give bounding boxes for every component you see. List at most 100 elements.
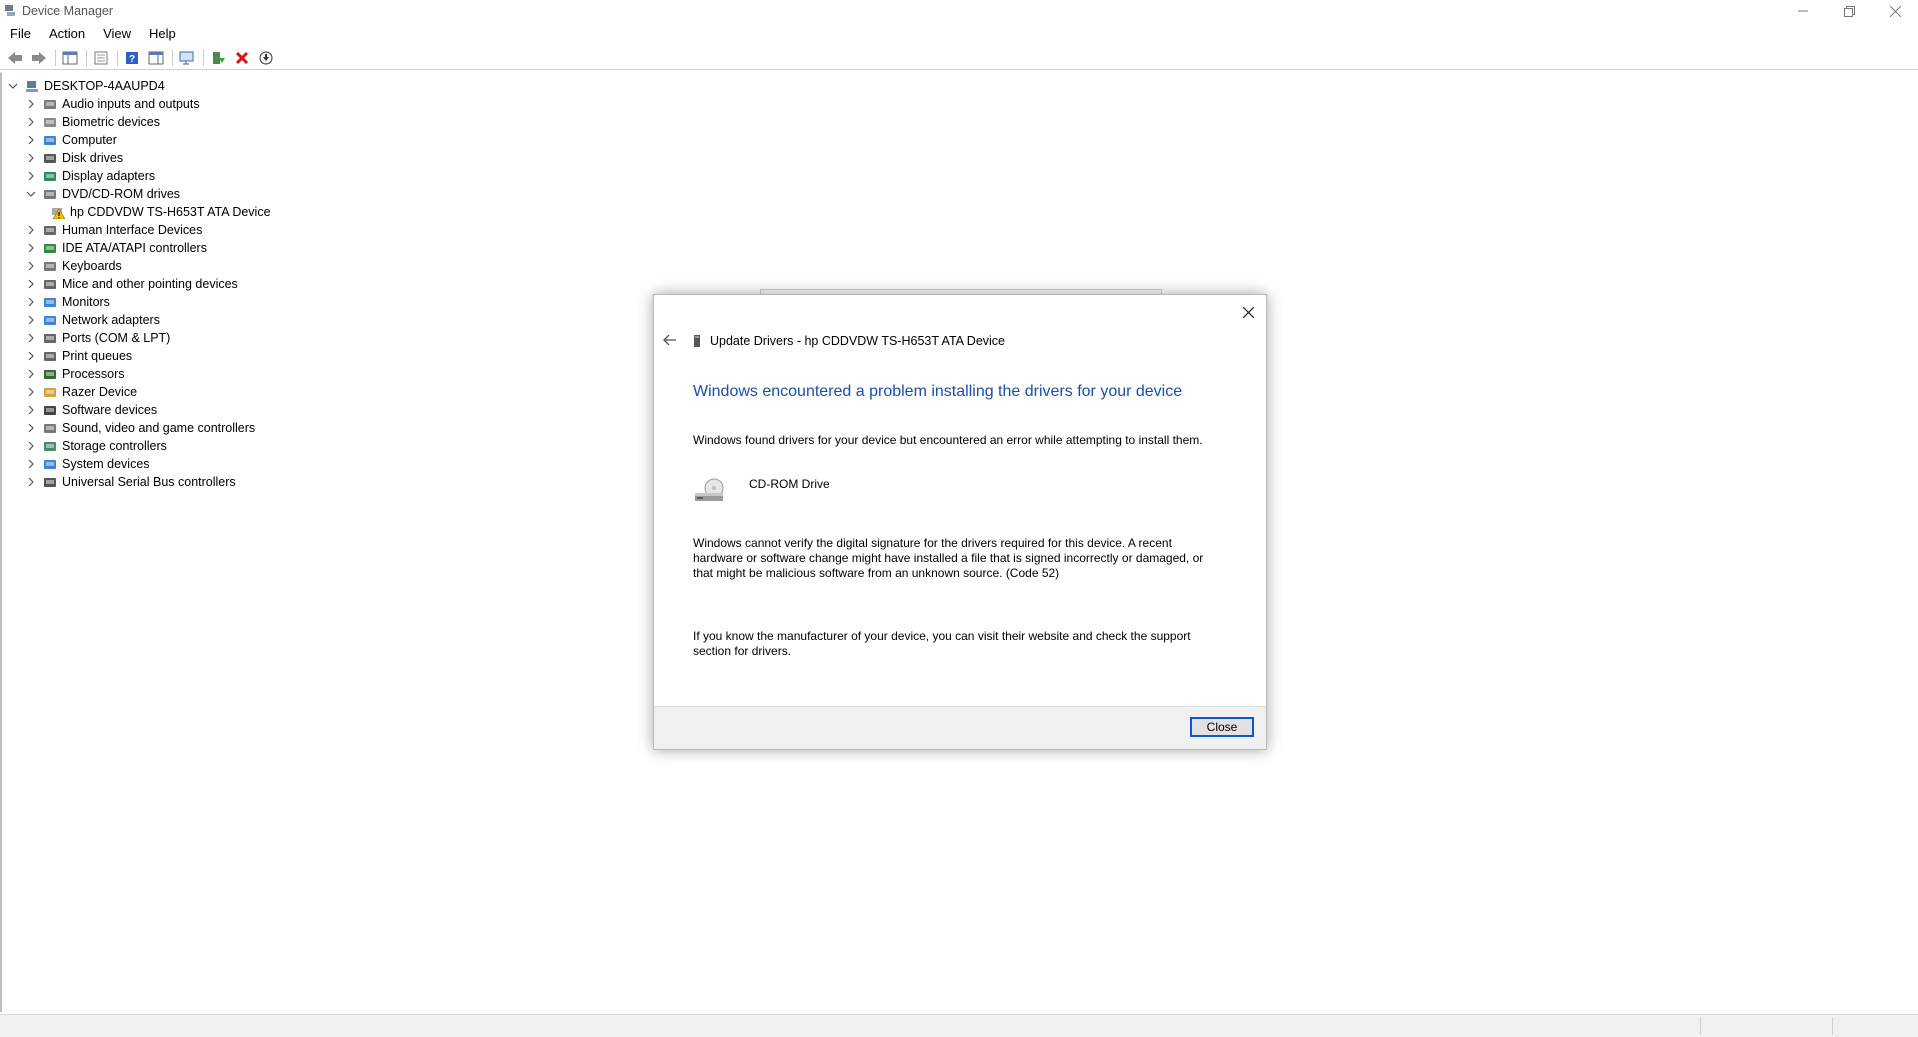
tree-category-item[interactable]: DVD/CD-ROM drives <box>26 185 180 203</box>
close-icon <box>1242 306 1254 318</box>
dialog-back-button[interactable] <box>660 330 680 350</box>
tree-category-item[interactable]: Human Interface Devices <box>26 221 202 239</box>
menu-help[interactable]: Help <box>139 24 184 44</box>
help-icon: ? <box>126 51 138 65</box>
cd-drive-warning-icon <box>50 205 65 219</box>
chevron-right-icon[interactable] <box>26 315 36 325</box>
chevron-right-icon[interactable] <box>26 243 36 253</box>
chevron-down-icon[interactable] <box>26 189 36 199</box>
tree-category-item[interactable]: Mice and other pointing devices <box>26 275 238 293</box>
dialog-heading: Windows encountered a problem installing… <box>693 383 1183 400</box>
chevron-right-icon[interactable] <box>26 279 36 289</box>
chevron-right-icon[interactable] <box>26 477 36 487</box>
tree-category-item[interactable]: IDE ATA/ATAPI controllers <box>26 239 207 257</box>
disk-drive-icon <box>42 151 57 165</box>
tree-item-label: hp CDDVDW TS-H653T ATA Device <box>70 205 271 219</box>
port-icon <box>42 331 57 345</box>
close-button[interactable]: Close <box>1190 717 1254 737</box>
tree-category-item[interactable]: Storage controllers <box>26 437 167 455</box>
chevron-right-icon[interactable] <box>26 333 36 343</box>
menu-action[interactable]: Action <box>39 24 93 44</box>
help-button[interactable]: ? <box>121 48 143 68</box>
chevron-down-icon[interactable] <box>8 81 18 91</box>
download-icon <box>259 51 273 64</box>
dialog-footer: Close <box>654 706 1266 749</box>
tree-category-item[interactable]: Network adapters <box>26 311 160 329</box>
forward-button[interactable] <box>28 48 50 68</box>
chevron-right-icon[interactable] <box>26 117 36 127</box>
dialog-close-x-button[interactable] <box>1238 302 1258 322</box>
tree-item-label: Biometric devices <box>62 115 160 129</box>
status-divider <box>1700 1017 1701 1035</box>
dialog-message-2: Windows cannot verify the digital signat… <box>693 536 1204 580</box>
tree-root[interactable]: DESKTOP-4AAUPD4 <box>8 77 165 95</box>
chevron-right-icon[interactable] <box>26 459 36 469</box>
tree-device-item[interactable]: hp CDDVDW TS-H653T ATA Device <box>50 203 271 221</box>
mouse-icon <box>42 277 57 291</box>
menu-file[interactable]: File <box>0 24 39 44</box>
title-bar: Device Manager <box>0 0 1918 22</box>
chevron-right-icon[interactable] <box>26 351 36 361</box>
device-name-label: CD-ROM Drive <box>749 477 830 491</box>
chevron-right-icon[interactable] <box>26 171 36 181</box>
chevron-right-icon[interactable] <box>26 261 36 271</box>
chevron-right-icon[interactable] <box>26 135 36 145</box>
tree-category-item[interactable]: Software devices <box>26 401 157 419</box>
tree-category-item[interactable]: Ports (COM & LPT) <box>26 329 170 347</box>
show-hide-console-tree-icon <box>62 51 78 64</box>
update-driver-button[interactable] <box>207 48 229 68</box>
tree-category-item[interactable]: Sound, video and game controllers <box>26 419 255 437</box>
status-bar <box>0 1014 1918 1037</box>
tree-category-item[interactable]: Print queues <box>26 347 132 365</box>
tree-category-item[interactable]: Universal Serial Bus controllers <box>26 473 236 491</box>
tree-item-label: Storage controllers <box>62 439 167 453</box>
action-pane-button[interactable] <box>145 48 167 68</box>
console-tree-button[interactable] <box>59 48 81 68</box>
chevron-right-icon[interactable] <box>26 387 36 397</box>
restore-button[interactable] <box>1826 0 1872 22</box>
close-window-button[interactable] <box>1872 0 1918 22</box>
properties-button[interactable] <box>90 48 112 68</box>
restore-icon <box>1843 5 1855 17</box>
minimize-button[interactable] <box>1780 0 1826 22</box>
properties-icon <box>94 51 108 64</box>
back-arrow-icon <box>663 334 676 346</box>
speaker-icon <box>42 97 57 111</box>
tree-item-label: Processors <box>62 367 125 381</box>
uninstall-button[interactable] <box>231 48 253 68</box>
tree-category-item[interactable]: System devices <box>26 455 150 473</box>
tree-category-item[interactable]: Monitors <box>26 293 110 311</box>
tree-item-label: Human Interface Devices <box>62 223 203 237</box>
scan-hardware-icon <box>179 51 194 64</box>
scan-hardware-button[interactable] <box>176 48 198 68</box>
update-driver-icon <box>213 51 225 64</box>
window-title: Device Manager <box>22 4 114 18</box>
tree-category-item[interactable]: Audio inputs and outputs <box>26 95 200 113</box>
chevron-right-icon[interactable] <box>26 225 36 235</box>
download-button[interactable] <box>255 48 277 68</box>
chevron-right-icon[interactable] <box>26 441 36 451</box>
cd-drive-icon <box>694 335 700 347</box>
tree-category-item[interactable]: Keyboards <box>26 257 122 275</box>
menu-bar: File Action View Help <box>0 24 184 44</box>
display-adapter-icon <box>42 169 57 183</box>
tree-category-item[interactable]: Razer Device <box>26 383 137 401</box>
menu-view[interactable]: View <box>93 24 139 44</box>
chevron-right-icon[interactable] <box>26 369 36 379</box>
tree-item-label: Software devices <box>62 403 158 417</box>
chevron-right-icon[interactable] <box>26 297 36 307</box>
back-button[interactable] <box>4 48 26 68</box>
tree-category-item[interactable]: Biometric devices <box>26 113 160 131</box>
tree-category-item[interactable]: Processors <box>26 365 125 383</box>
chevron-right-icon[interactable] <box>26 153 36 163</box>
toolbar-separator <box>203 49 204 66</box>
chevron-right-icon[interactable] <box>26 405 36 415</box>
chevron-right-icon[interactable] <box>26 423 36 433</box>
chevron-right-icon[interactable] <box>26 99 36 109</box>
tree-item-label: Monitors <box>62 295 110 309</box>
tree-category-item[interactable]: Disk drives <box>26 149 123 167</box>
hid-icon <box>42 223 57 237</box>
tree-category-item[interactable]: Display adapters <box>26 167 155 185</box>
tree-category-item[interactable]: Computer <box>26 131 117 149</box>
tree-item-label: Computer <box>62 133 117 147</box>
